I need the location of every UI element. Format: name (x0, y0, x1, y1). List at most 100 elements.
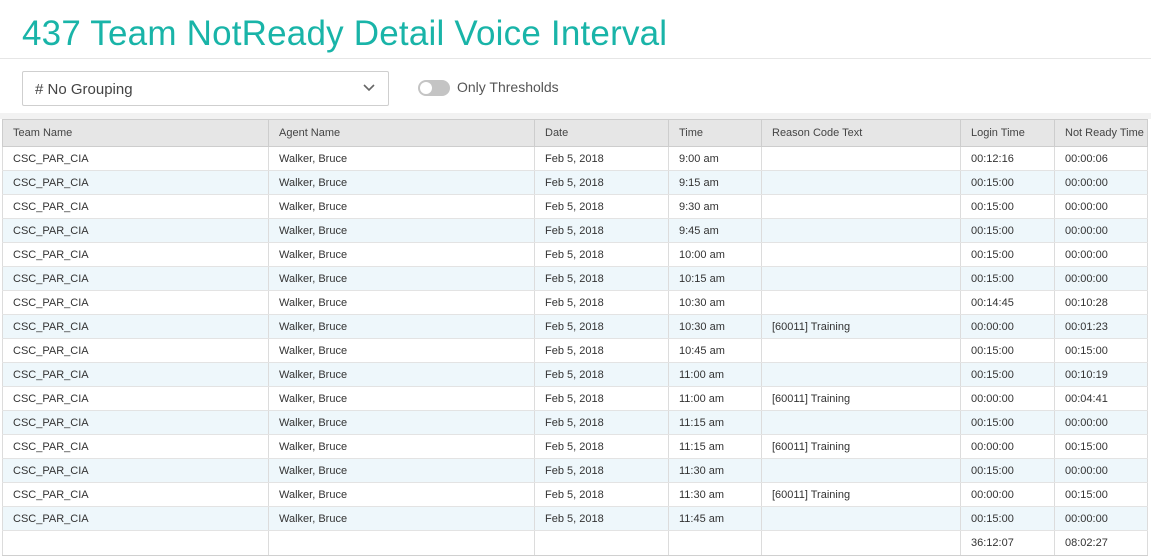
column-header-date[interactable]: Date (534, 119, 669, 147)
cell-date: Feb 5, 2018 (534, 482, 669, 507)
cell-login-time: 00:15:00 (960, 218, 1055, 243)
cell-agent-name: Walker, Bruce (268, 482, 535, 507)
table-row[interactable]: CSC_PAR_CIA Walker, Bruce Feb 5, 2018 11:15… (2, 410, 1148, 435)
cell-date: Feb 5, 2018 (534, 410, 669, 435)
table-row[interactable]: CSC_PAR_CIA Walker, Bruce Feb 5, 2018 10:15… (2, 266, 1148, 291)
table-row[interactable]: CSC_PAR_CIA Walker, Bruce Feb 5, 2018 11:30… (2, 482, 1148, 507)
cell-agent-name: Walker, Bruce (268, 362, 535, 387)
cell-team-name: CSC_PAR_CIA (2, 314, 269, 339)
cell-agent-name: Walker, Bruce (268, 458, 535, 483)
column-header-agent-name[interactable]: Agent Name (268, 119, 535, 147)
cell-login-time: 00:00:00 (960, 434, 1055, 459)
cell-not-ready-time: 00:04:41 (1054, 386, 1148, 411)
cell-reason-code-text (761, 290, 961, 315)
cell-agent-name: Walker, Bruce (268, 242, 535, 267)
cell-agent-name: Walker, Bruce (268, 314, 535, 339)
cell-not-ready-time: 00:00:00 (1054, 218, 1148, 243)
cell-date: Feb 5, 2018 (534, 434, 669, 459)
cell-time: 10:45 am (668, 338, 762, 363)
table-row[interactable]: CSC_PAR_CIA Walker, Bruce Feb 5, 2018 10:30… (2, 314, 1148, 339)
cell-login-time: 00:12:16 (960, 146, 1055, 171)
cell-date: Feb 5, 2018 (534, 218, 669, 243)
table-row[interactable]: CSC_PAR_CIA Walker, Bruce Feb 5, 2018 11:00… (2, 362, 1148, 387)
cell-agent-name: Walker, Bruce (268, 266, 535, 291)
cell-date: Feb 5, 2018 (534, 242, 669, 267)
cell-reason-code-text (761, 242, 961, 267)
cell-date: Feb 5, 2018 (534, 266, 669, 291)
table-header: Team Name Agent Name Date Time Reason Code T… (2, 119, 1148, 147)
cell-reason-code-text (761, 218, 961, 243)
cell-time: 9:00 am (668, 146, 762, 171)
total-team-name (2, 530, 269, 556)
cell-not-ready-time: 00:15:00 (1054, 434, 1148, 459)
cell-agent-name: Walker, Bruce (268, 146, 535, 171)
cell-reason-code-text (761, 170, 961, 195)
cell-login-time: 00:00:00 (960, 386, 1055, 411)
cell-time: 10:15 am (668, 266, 762, 291)
cell-agent-name: Walker, Bruce (268, 290, 535, 315)
cell-login-time: 00:15:00 (960, 362, 1055, 387)
cell-team-name: CSC_PAR_CIA (2, 218, 269, 243)
cell-not-ready-time: 00:15:00 (1054, 482, 1148, 507)
column-header-team-name[interactable]: Team Name (2, 119, 269, 147)
title-divider (0, 58, 1151, 59)
chevron-down-icon (363, 84, 375, 92)
cell-not-ready-time: 00:00:00 (1054, 194, 1148, 219)
only-thresholds-label: Only Thresholds (457, 79, 559, 95)
table-row[interactable]: CSC_PAR_CIA Walker, Bruce Feb 5, 2018 9:30 … (2, 194, 1148, 219)
cell-login-time: 00:15:00 (960, 410, 1055, 435)
table-row[interactable]: CSC_PAR_CIA Walker, Bruce Feb 5, 2018 10:45… (2, 338, 1148, 363)
grouping-dropdown[interactable]: # No Grouping (22, 71, 389, 106)
cell-time: 9:30 am (668, 194, 762, 219)
cell-reason-code-text (761, 362, 961, 387)
cell-not-ready-time: 00:00:00 (1054, 242, 1148, 267)
table-row[interactable]: CSC_PAR_CIA Walker, Bruce Feb 5, 2018 9:45 … (2, 218, 1148, 243)
cell-time: 9:15 am (668, 170, 762, 195)
table-row[interactable]: CSC_PAR_CIA Walker, Bruce Feb 5, 2018 9:00 … (2, 146, 1148, 171)
cell-time: 11:45 am (668, 506, 762, 531)
cell-agent-name: Walker, Bruce (268, 218, 535, 243)
total-reason-code-text (761, 530, 961, 556)
cell-reason-code-text (761, 506, 961, 531)
cell-time: 11:30 am (668, 482, 762, 507)
table-row[interactable]: CSC_PAR_CIA Walker, Bruce Feb 5, 2018 11:15… (2, 434, 1148, 459)
table-row[interactable]: CSC_PAR_CIA Walker, Bruce Feb 5, 2018 11:45… (2, 506, 1148, 531)
cell-login-time: 00:00:00 (960, 314, 1055, 339)
cell-not-ready-time: 00:10:19 (1054, 362, 1148, 387)
cell-reason-code-text: [60011] Training (761, 386, 961, 411)
column-header-login-time[interactable]: Login Time (960, 119, 1055, 147)
cell-agent-name: Walker, Bruce (268, 434, 535, 459)
column-header-reason-code-text[interactable]: Reason Code Text (761, 119, 961, 147)
table-row[interactable]: CSC_PAR_CIA Walker, Bruce Feb 5, 2018 10:30… (2, 290, 1148, 315)
table-row[interactable]: CSC_PAR_CIA Walker, Bruce Feb 5, 2018 10:00… (2, 242, 1148, 267)
cell-reason-code-text (761, 146, 961, 171)
table-row[interactable]: CSC_PAR_CIA Walker, Bruce Feb 5, 2018 9:15 … (2, 170, 1148, 195)
cell-date: Feb 5, 2018 (534, 170, 669, 195)
cell-team-name: CSC_PAR_CIA (2, 242, 269, 267)
cell-login-time: 00:15:00 (960, 506, 1055, 531)
cell-team-name: CSC_PAR_CIA (2, 506, 269, 531)
total-agent-name (268, 530, 535, 556)
total-date (534, 530, 669, 556)
cell-login-time: 00:15:00 (960, 170, 1055, 195)
cell-date: Feb 5, 2018 (534, 458, 669, 483)
cell-not-ready-time: 00:00:00 (1054, 410, 1148, 435)
total-login-time: 36:12:07 (960, 530, 1055, 556)
cell-login-time: 00:15:00 (960, 458, 1055, 483)
cell-time: 11:15 am (668, 434, 762, 459)
cell-date: Feb 5, 2018 (534, 314, 669, 339)
cell-team-name: CSC_PAR_CIA (2, 482, 269, 507)
cell-login-time: 00:15:00 (960, 242, 1055, 267)
cell-login-time: 00:15:00 (960, 194, 1055, 219)
cell-reason-code-text (761, 194, 961, 219)
table-row[interactable]: CSC_PAR_CIA Walker, Bruce Feb 5, 2018 11:00… (2, 386, 1148, 411)
table-body: CSC_PAR_CIA Walker, Bruce Feb 5, 2018 9:00 … (2, 146, 1148, 531)
cell-time: 11:15 am (668, 410, 762, 435)
cell-date: Feb 5, 2018 (534, 146, 669, 171)
cell-time: 10:30 am (668, 290, 762, 315)
column-header-time[interactable]: Time (668, 119, 762, 147)
table-row[interactable]: CSC_PAR_CIA Walker, Bruce Feb 5, 2018 11:30… (2, 458, 1148, 483)
column-header-not-ready-time[interactable]: Not Ready Time (1054, 119, 1148, 147)
cell-reason-code-text (761, 266, 961, 291)
only-thresholds-toggle[interactable] (418, 80, 450, 96)
